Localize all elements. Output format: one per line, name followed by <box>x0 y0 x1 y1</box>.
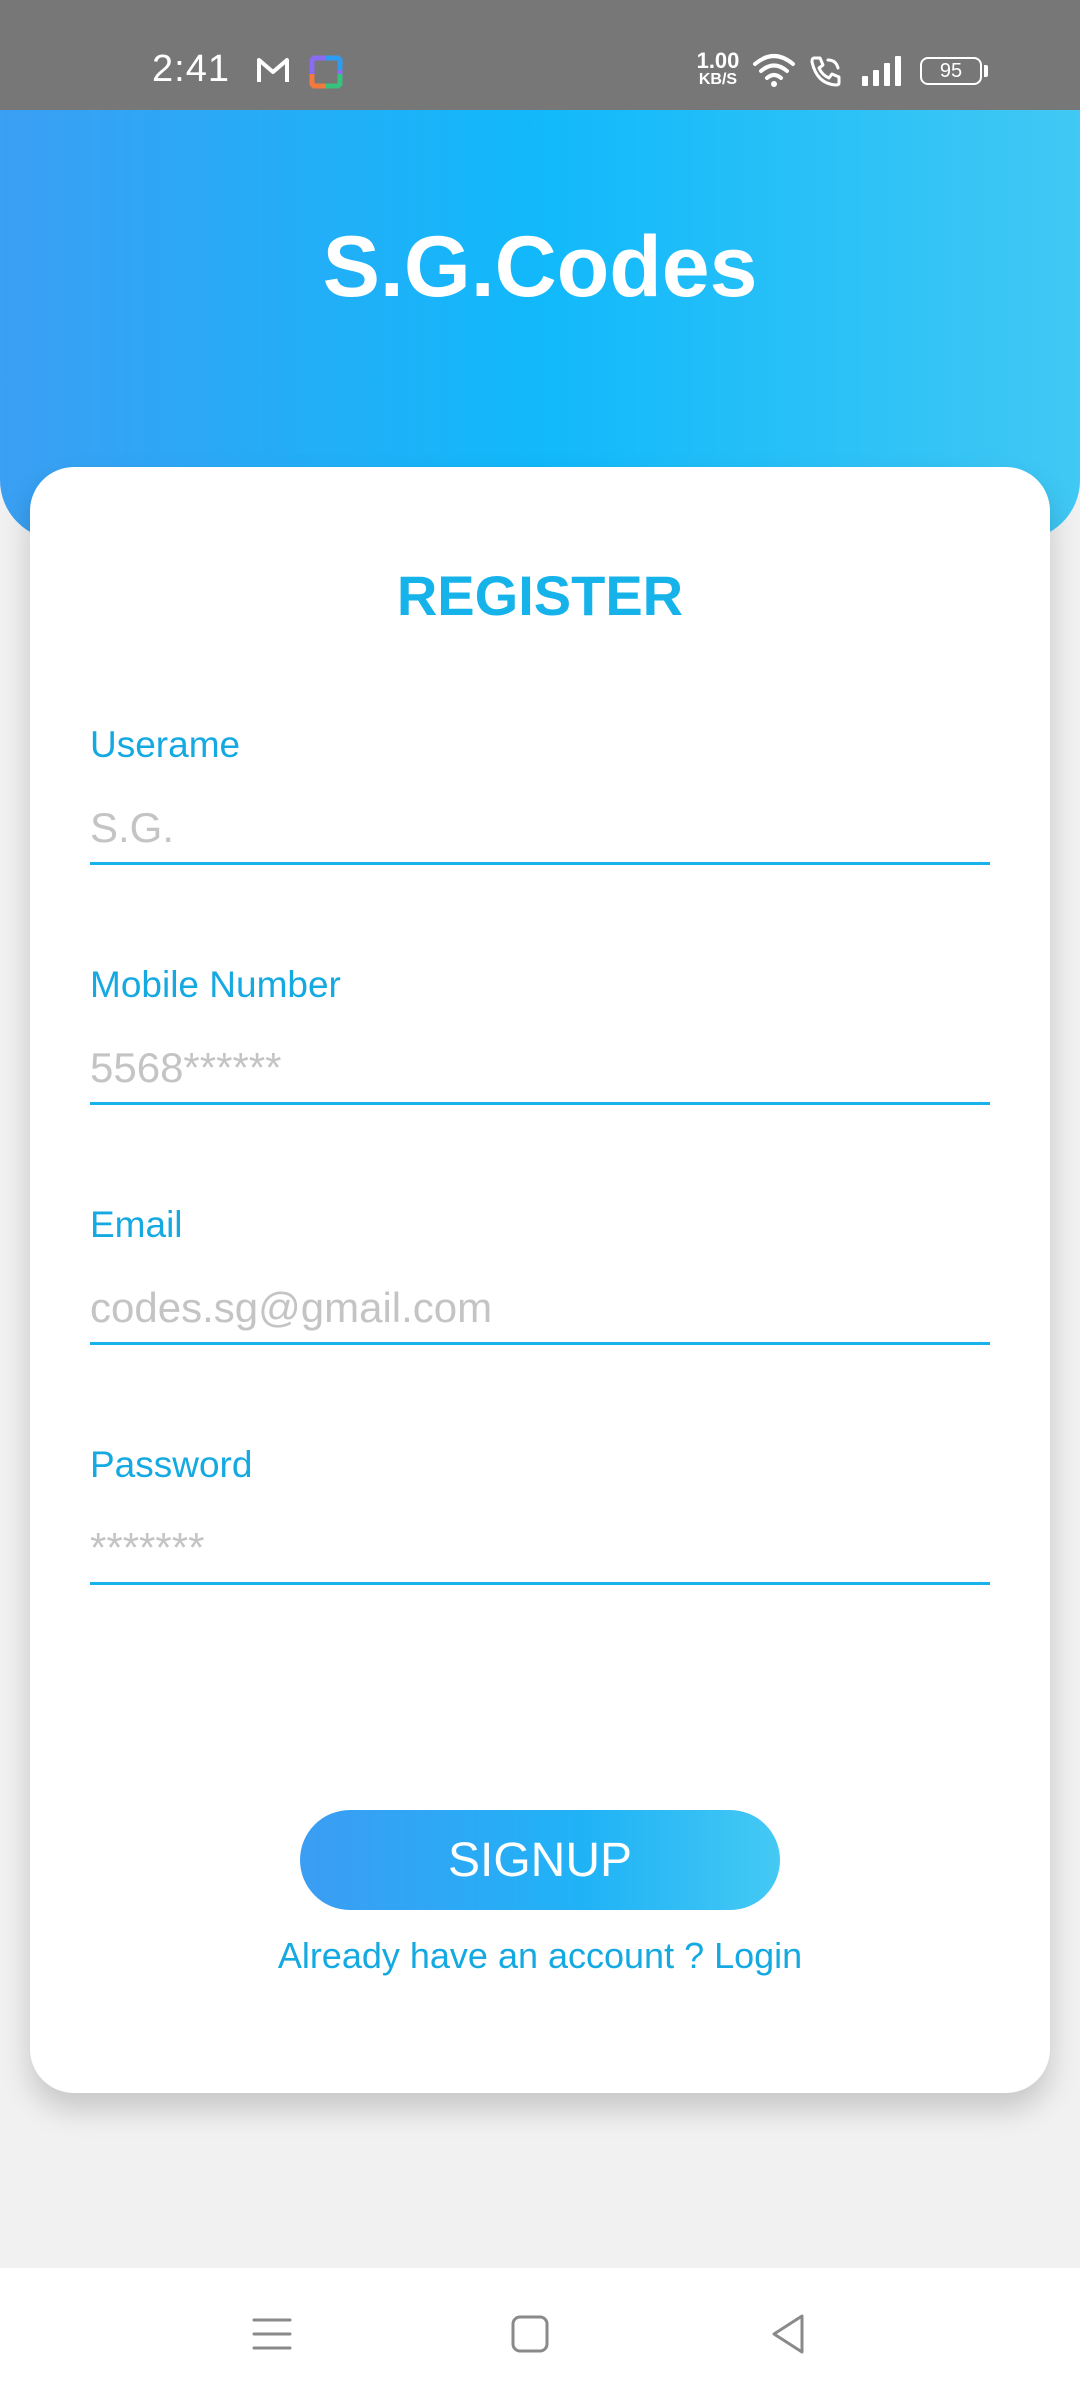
password-field: Password <box>90 1444 990 1620</box>
login-link[interactable]: Already have an account ? Login <box>30 1935 1050 1977</box>
home-icon[interactable] <box>498 2302 562 2366</box>
mobile-number-field: Mobile Number <box>90 964 990 1140</box>
email-field: Email <box>90 1204 990 1380</box>
network-speed: 1.00 KB/S <box>690 50 746 88</box>
navigation-bar <box>0 2268 1080 2400</box>
username-label: Userame <box>90 724 241 765</box>
app-title: S.G.Codes <box>322 219 758 315</box>
register-screen: 2:41 1.00 KB/S 95 S.G.Codes REGISTER Use… <box>0 0 1080 2400</box>
menu-icon[interactable] <box>240 2302 304 2366</box>
mobile-number-label: Mobile Number <box>90 964 341 1005</box>
password-label: Password <box>90 1444 253 1485</box>
wifi-icon <box>752 52 796 93</box>
signal-icon <box>860 54 904 91</box>
back-icon[interactable] <box>756 2302 820 2366</box>
gmail-icon <box>256 56 290 89</box>
network-speed-value: 1.00 <box>696 48 740 73</box>
email-label: Email <box>90 1204 183 1245</box>
register-card: REGISTER Userame Mobile Number Email Pas… <box>30 467 1050 2093</box>
password-input[interactable] <box>90 1514 990 1585</box>
signup-button[interactable]: SIGNUP <box>300 1810 780 1910</box>
mobile-number-input[interactable] <box>90 1034 990 1105</box>
app-icon <box>308 54 344 95</box>
status-bar: 2:41 1.00 KB/S 95 <box>0 0 1080 110</box>
battery-tip <box>984 65 988 77</box>
network-speed-unit: KB/S <box>698 71 738 88</box>
status-time: 2:41 <box>152 48 230 90</box>
username-input[interactable] <box>90 794 990 865</box>
email-input[interactable] <box>90 1274 990 1345</box>
register-title: REGISTER <box>396 564 684 627</box>
username-field: Userame <box>90 724 990 900</box>
wifi-call-icon <box>808 54 844 93</box>
battery-icon: 95 <box>920 57 982 85</box>
